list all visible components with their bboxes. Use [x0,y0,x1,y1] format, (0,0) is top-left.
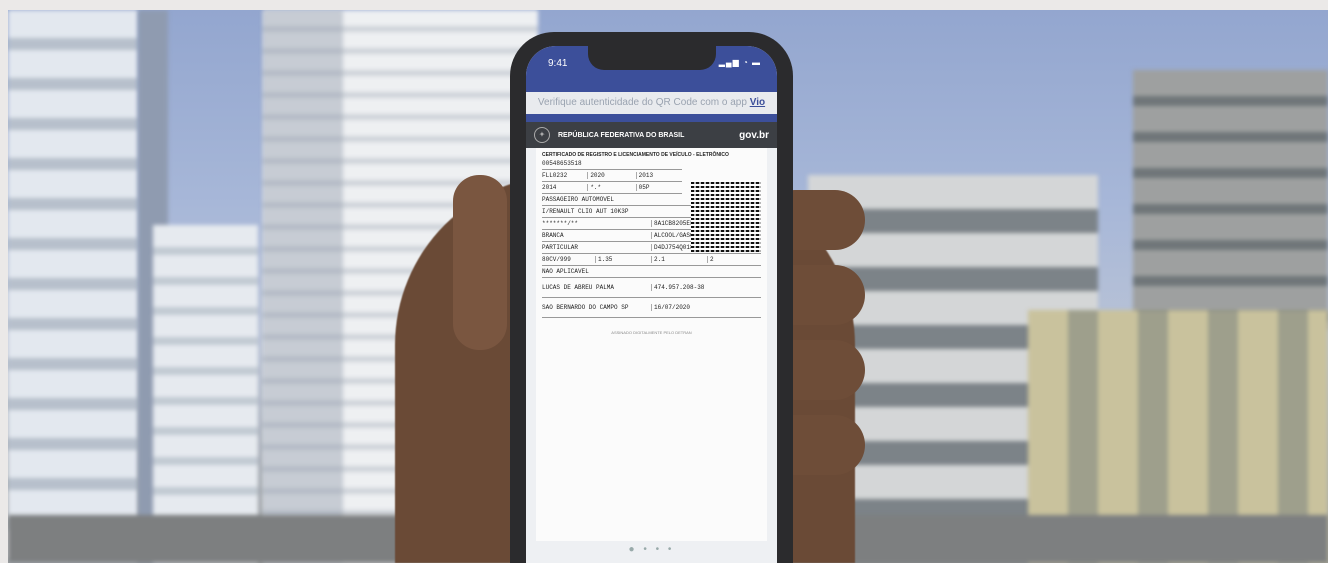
carroceria: NAO APLICAVEL [542,268,589,275]
thumb [453,175,507,350]
peso-bruto: 1.35 [598,256,613,263]
lotacao: 05P [638,184,650,191]
building [153,225,258,563]
doc-header: ✦ REPÚBLICA FEDERATIVA DO BRASIL gov.br [526,122,777,148]
ano-fabricacao: 2013 [638,172,654,179]
placa: FLL0232 [542,172,568,179]
exercicio: 2020 [590,172,605,179]
brasil-seal-icon: ✦ [534,127,550,143]
eixos: 2 [710,256,714,263]
doc-title: CERTIFICADO DE REGISTRO E LICENCIAMENTO … [542,152,729,158]
cmt: 2.1 [654,256,665,263]
nome: LUCAS DE ABREU PALMA [542,284,615,291]
phone-notch [588,46,716,70]
building [8,10,138,563]
building-shadow [263,10,343,563]
status-time: 9:41 [548,58,568,69]
govbr-logo: gov.br [739,129,769,141]
cpf-cnpj: 474.957.208-38 [654,284,705,291]
local: SAO BERNARDO DO CAMPO SP [542,304,629,311]
renavam: 00548653518 [542,160,582,167]
verify-text: Verifique autenticidade do QR Code com o… [537,97,750,108]
cor: BRANCA [542,232,564,239]
categoria: PARTICULAR [542,244,579,251]
phone-screen: 9:41 ▂▄▆ ◔ ▬ Verifique autenticidade do … [526,46,777,563]
verify-banner: Verifique autenticidade do QR Code com o… [526,92,777,114]
smartphone: 9:41 ▂▄▆ ◔ ▬ Verifique autenticidade do … [510,32,793,563]
building [1133,70,1328,330]
republic-title: REPÚBLICA FEDERATIVA DO BRASIL [558,131,685,139]
qr-code[interactable] [691,180,761,252]
potencia: 80CV/999 [542,256,571,263]
signed-note: ASSINADO DIGITALMENTE PELO DETRAN [611,330,692,335]
data: 16/07/2020 [654,304,691,311]
signal-wifi-battery-icon: ▂▄▆ ◔ ▬ [718,58,761,67]
capacidade: *.* [590,184,602,191]
vio-link[interactable]: Vio [750,97,765,108]
placa-anterior: *******/** [542,220,579,227]
page-dots[interactable]: ● • • • [526,544,777,555]
vehicle-certificate: CERTIFICADO DE REGISTRO E LICENCIAMENTO … [536,148,767,541]
ano-modelo: 2014 [542,184,557,191]
